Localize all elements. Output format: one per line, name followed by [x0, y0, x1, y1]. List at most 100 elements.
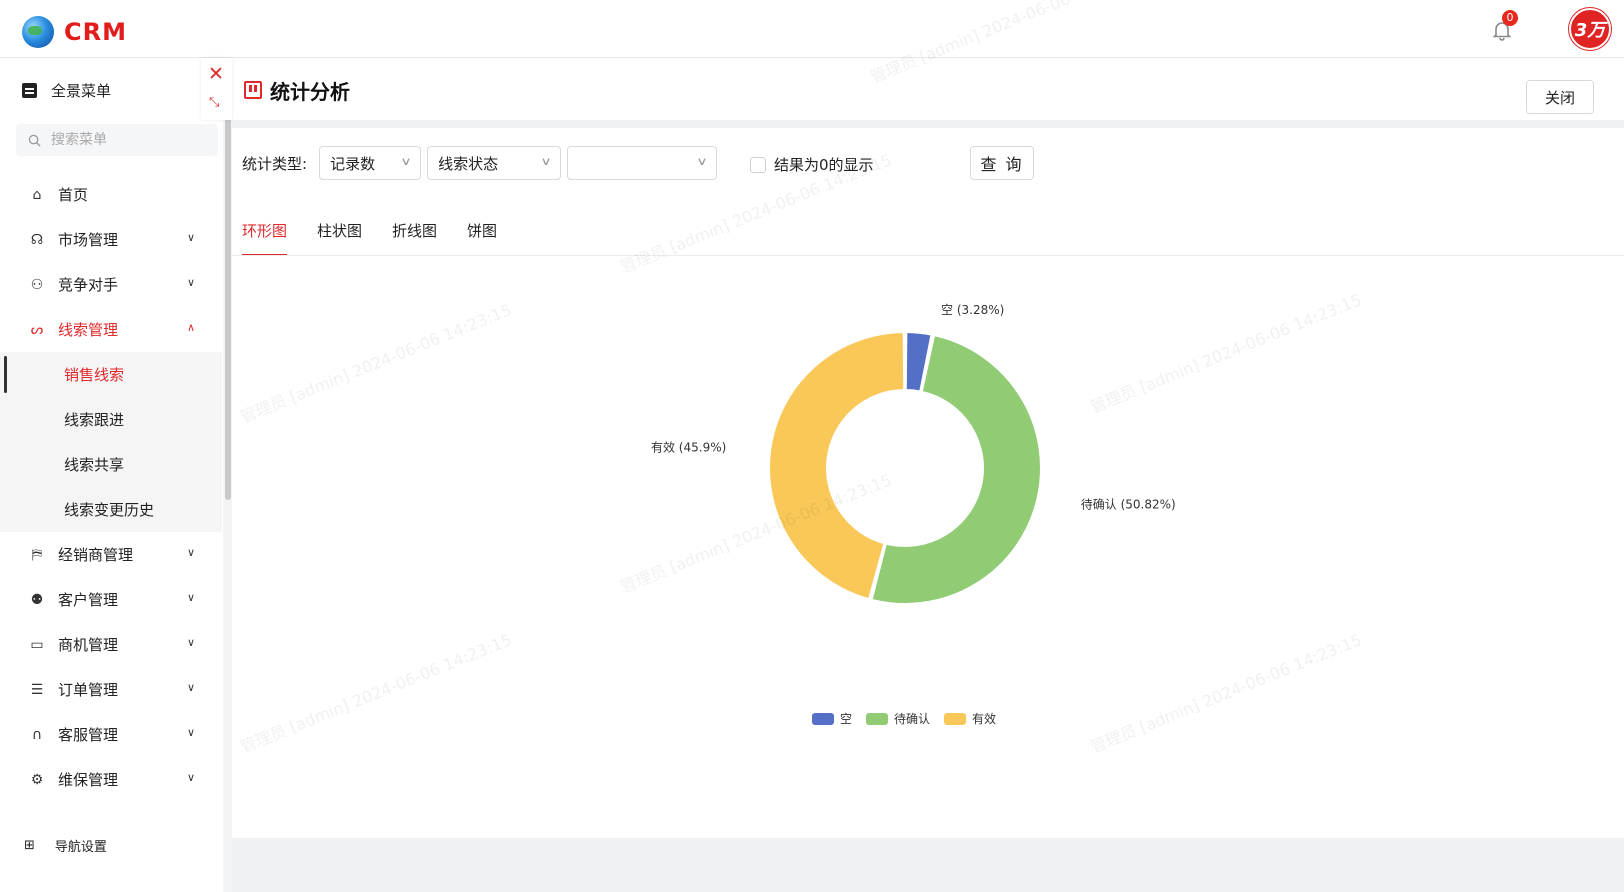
avatar[interactable]: 3万 [1569, 8, 1611, 50]
search-input[interactable] [49, 131, 209, 149]
chevron-down-icon: ∨ [187, 591, 196, 604]
chevron-down-icon: ∨ [187, 636, 196, 649]
chevron-down-icon: ∨ [540, 155, 552, 168]
sidebar-menu: ⌂ 首页 ☊ 市场管理 ∨ ⚇ 竞争对手 ∨ ᔕ 线索管理 ∧ 销售线索 线索跟… [0, 172, 222, 802]
donut-chart: 空 (3.28%) 待确认 (50.82%) 有效 (45.9%) [651, 303, 1176, 605]
sidebar-item-customer[interactable]: ⚉ 客户管理 ∨ [0, 577, 222, 622]
select-value: 记录数 [330, 154, 376, 173]
globe-icon [22, 16, 54, 48]
page-title: 统计分析 [270, 80, 350, 104]
main-content: 统计分析 关闭 统计类型: 记录数 ∨ 线索状态 ∨ ∨ 结果为0的显示 查 询 [232, 58, 1624, 892]
sidebar-item-competitor[interactable]: ⚇ 竞争对手 ∨ [0, 262, 222, 307]
legend-swatch-pending [866, 712, 889, 725]
chevron-down-icon: ∨ [400, 155, 412, 168]
tab-line[interactable]: 折线图 [392, 216, 437, 256]
sidebar-item-label: 客户管理 [58, 591, 119, 609]
tab-bar[interactable]: 柱状图 [317, 216, 362, 256]
logo-text: CRM [64, 18, 127, 46]
menu-grid-icon [22, 83, 37, 98]
show-zero-checkbox[interactable]: 结果为0的显示 [750, 154, 874, 175]
full-menu-label: 全景菜单 [51, 82, 112, 100]
tab-donut[interactable]: 环形图 [242, 216, 288, 256]
sidebar-subitem-lead-followup[interactable]: 线索跟进 [0, 397, 222, 442]
legend-swatch-valid [944, 712, 967, 725]
checkbox-box[interactable] [750, 156, 766, 173]
select-value: 线索状态 [438, 154, 499, 173]
competitor-icon: ⚇ [30, 276, 44, 293]
group-field-select[interactable]: 线索状态 ∨ [427, 146, 562, 180]
page-header: 统计分析 关闭 [232, 58, 1624, 120]
legend-label: 待确认 [894, 712, 931, 726]
sidebar-subitem-lead-share[interactable]: 线索共享 [0, 442, 222, 487]
top-header: CRM 0 3万 [0, 0, 1624, 58]
opportunity-icon: ▭ [30, 636, 44, 653]
app-logo[interactable]: CRM [22, 16, 127, 48]
notification-badge: 0 [1502, 10, 1518, 26]
sidebar-item-dealer[interactable]: ⛿ 经销商管理 ∨ [0, 532, 222, 577]
legend-item-empty[interactable]: 空 [812, 710, 852, 727]
lead-submenu: 销售线索 线索跟进 线索共享 线索变更历史 [0, 352, 222, 532]
label-line-1 [1043, 501, 1077, 505]
legend-label: 有效 [972, 712, 997, 726]
chevron-down-icon: ∨ [696, 155, 708, 168]
collapse-icon[interactable]: ⤡ [209, 95, 219, 110]
full-menu-button[interactable]: 全景菜单 [22, 80, 111, 101]
sidebar-item-label: 维保管理 [58, 771, 119, 789]
tab-pie[interactable]: 饼图 [467, 216, 497, 256]
chart-type-tabs: 环形图 柱状图 折线图 饼图 [242, 216, 497, 256]
sidebar-item-label: 商机管理 [58, 636, 119, 654]
sidebar-item-maintenance[interactable]: ⚙ 维保管理 ∨ [0, 757, 222, 802]
label-line-2 [730, 448, 764, 450]
sidebar-scrollbar[interactable] [225, 110, 231, 500]
stat-type-label: 统计类型: [242, 154, 308, 173]
order-icon: ☰ [30, 681, 44, 698]
sidebar-item-order[interactable]: ☰ 订单管理 ∨ [0, 667, 222, 712]
checkbox-label: 结果为0的显示 [774, 156, 874, 174]
lead-icon: ᔕ [30, 321, 44, 338]
sidebar-item-home[interactable]: ⌂ 首页 [0, 172, 222, 217]
chevron-down-icon: ∨ [187, 726, 196, 739]
tabs-divider [232, 255, 1624, 256]
market-icon: ☊ [30, 231, 44, 248]
nav-settings-button[interactable]: ⊞ 导航设置 [24, 836, 107, 855]
close-icon[interactable]: ✕ [208, 64, 224, 84]
slice-label-2: 有效 (45.9%) [651, 440, 726, 455]
sidebar-item-label: 首页 [58, 186, 89, 204]
sidebar-subitem-sales-lead[interactable]: 销售线索 [0, 352, 222, 397]
statistics-panel: 统计类型: 记录数 ∨ 线索状态 ∨ ∨ 结果为0的显示 查 询 环形图 柱状图… [232, 128, 1624, 838]
sidebar-item-lead[interactable]: ᔕ 线索管理 ∧ [0, 307, 222, 352]
dealer-icon: ⛿ [31, 546, 43, 563]
slice-label-1: 待确认 (50.82%) [1081, 497, 1176, 511]
home-icon: ⌂ [32, 186, 42, 203]
legend-item-pending[interactable]: 待确认 [866, 710, 930, 727]
panel-actions: ✕ ⤡ [201, 58, 232, 120]
maintenance-icon: ⚙ [30, 771, 44, 788]
close-button[interactable]: 关闭 [1526, 80, 1594, 114]
nav-settings-label: 导航设置 [54, 840, 107, 855]
slice-label-0: 空 (3.28%) [941, 303, 1004, 317]
sidebar-item-service[interactable]: ∩ 客服管理 ∨ [0, 712, 222, 757]
sidebar-item-label: 市场管理 [58, 231, 119, 249]
label-line-0 [920, 311, 940, 327]
legend-swatch-empty [812, 712, 834, 725]
sidebar-subitem-lead-history[interactable]: 线索变更历史 [0, 487, 222, 532]
filter-bar: 统计类型: 记录数 ∨ 线索状态 ∨ ∨ 结果为0的显示 查 询 [242, 146, 1034, 180]
chevron-down-icon: ∨ [187, 231, 196, 244]
chevron-up-icon: ∧ [187, 321, 196, 334]
chart-legend: 空 待确认 有效 [812, 710, 996, 727]
chevron-down-icon: ∨ [187, 771, 196, 784]
menu-search[interactable] [16, 124, 218, 156]
query-button[interactable]: 查 询 [970, 146, 1034, 180]
sidebar-item-market[interactable]: ☊ 市场管理 ∨ [0, 217, 222, 262]
chart-board-icon [244, 81, 262, 99]
secondary-field-select[interactable]: ∨ [567, 146, 718, 180]
chevron-down-icon: ∨ [187, 276, 196, 289]
sidebar-item-opportunity[interactable]: ▭ 商机管理 ∨ [0, 622, 222, 667]
search-icon [28, 134, 41, 147]
customer-icon: ⚉ [30, 591, 44, 608]
sidebar-item-label: 竞争对手 [58, 276, 119, 294]
stat-type-select[interactable]: 记录数 ∨ [319, 146, 422, 180]
headset-icon: ∩ [31, 726, 43, 743]
grid-icon: ⊞ [24, 838, 35, 853]
legend-item-valid[interactable]: 有效 [944, 710, 996, 727]
